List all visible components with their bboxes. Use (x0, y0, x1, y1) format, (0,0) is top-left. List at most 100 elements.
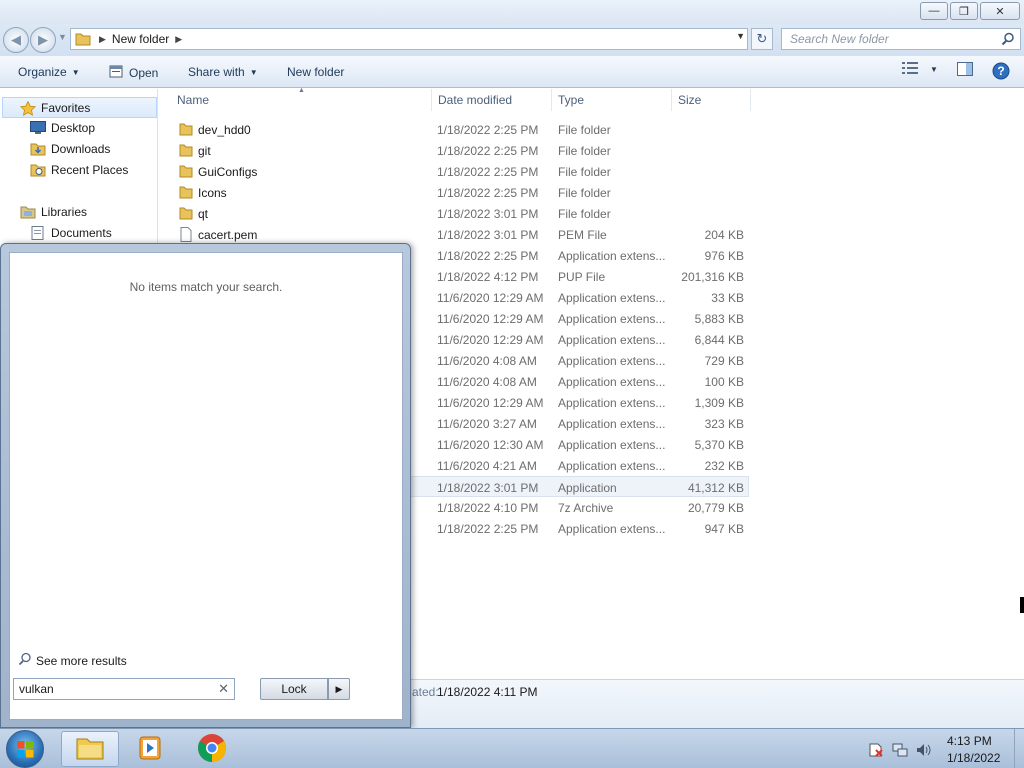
see-more-results-link[interactable]: See more results (18, 652, 127, 669)
nav-label-documents: Documents (51, 226, 112, 240)
table-row[interactable]: git 1/18/2022 2:25 PM File folder (159, 140, 749, 161)
file-type: Application extens... (558, 333, 666, 347)
organize-button[interactable]: Organize ▼ (18, 65, 80, 79)
open-button[interactable]: Open (109, 65, 158, 81)
file-size: 947 KB (704, 522, 744, 536)
file-date: 11/6/2020 12:29 AM (437, 291, 544, 305)
restore-button[interactable]: ❐ (950, 2, 978, 20)
recent-pages-dropdown-icon[interactable]: ▼ (58, 32, 67, 42)
folder-icon (75, 32, 93, 46)
taskbar-chrome-button[interactable] (183, 731, 241, 767)
new-folder-button[interactable]: New folder (287, 65, 344, 79)
organize-label: Organize (18, 65, 67, 79)
back-arrow-icon: ◀ (11, 32, 21, 47)
file-size: 204 KB (704, 228, 744, 242)
shutdown-options-button[interactable]: ▶ (328, 678, 350, 700)
breadcrumb-folder[interactable]: New folder (112, 32, 169, 46)
file-size: 1,309 KB (694, 396, 744, 410)
preview-pane-button[interactable] (957, 62, 973, 79)
forward-button[interactable]: ▶ (30, 27, 56, 53)
breadcrumb-chevron-icon[interactable]: ▶ (99, 34, 106, 45)
file-type: Application extens... (558, 312, 666, 326)
help-icon: ? (992, 62, 1010, 83)
back-button[interactable]: ◀ (3, 27, 29, 53)
address-bar[interactable]: ▶ New folder ▶ ▼ (70, 28, 748, 50)
share-with-button[interactable]: Share with ▼ (188, 65, 258, 79)
file-type: File folder (558, 186, 611, 200)
refresh-icon: ↻ (756, 31, 768, 46)
chevron-down-icon: ▼ (71, 67, 80, 77)
nav-item-recent-places[interactable]: Recent Places (30, 163, 128, 177)
table-row[interactable]: 1/18/2022 3:01 PM Application 41,312 KB (409, 476, 749, 497)
network-icon[interactable] (892, 742, 908, 761)
file-type: Application extens... (558, 354, 666, 368)
column-divider[interactable] (750, 89, 751, 111)
nav-item-downloads[interactable]: Downloads (30, 142, 110, 156)
address-dropdown-icon[interactable]: ▼ (736, 31, 745, 41)
file-date: 1/18/2022 3:01 PM (437, 481, 539, 495)
star-icon (19, 100, 37, 116)
table-row[interactable]: qt 1/18/2022 3:01 PM File folder (159, 203, 749, 224)
search-results-pane: No items match your search. See more res… (9, 252, 403, 720)
refresh-button[interactable]: ↻ (751, 28, 773, 50)
search-icon[interactable] (1001, 32, 1015, 49)
file-date: 11/6/2020 4:08 AM (437, 354, 537, 368)
taskbar-media-player-button[interactable] (121, 731, 179, 767)
clock-date[interactable]: 1/18/2022 (947, 751, 1000, 765)
details-date-created-label: ated: (412, 685, 439, 699)
search-input[interactable]: Search New folder (781, 28, 1021, 50)
action-center-icon[interactable] (868, 742, 884, 761)
file-size: 33 KB (711, 291, 744, 305)
column-divider[interactable] (431, 89, 432, 111)
view-options-button[interactable]: ▼ (902, 62, 938, 77)
column-header-name[interactable]: Name (177, 93, 209, 107)
caption-buttons: — ❐ ✕ (918, 2, 1020, 20)
sort-arrow-icon: ▲ (298, 87, 305, 94)
command-bar: Organize ▼ Open Share with ▼ New folder ▼ (0, 56, 1024, 88)
lock-button[interactable]: Lock (260, 678, 328, 700)
nav-item-libraries[interactable]: Libraries (20, 205, 87, 219)
start-search-input[interactable]: vulkan ✕ (13, 678, 235, 700)
file-size: 100 KB (704, 375, 744, 389)
file-date: 1/18/2022 2:25 PM (437, 522, 539, 536)
volume-icon[interactable] (916, 742, 932, 761)
start-button[interactable] (6, 730, 44, 768)
breadcrumb-chevron-icon[interactable]: ▶ (175, 34, 182, 45)
folder-icon (179, 164, 193, 181)
table-row[interactable]: Icons 1/18/2022 2:25 PM File folder (159, 182, 749, 203)
clear-search-icon[interactable]: ✕ (218, 681, 229, 697)
file-name: git (198, 144, 211, 158)
column-header-type[interactable]: Type (558, 93, 584, 107)
file-date: 1/18/2022 2:25 PM (437, 165, 539, 179)
file-type: Application extens... (558, 522, 666, 536)
file-size: 232 KB (704, 459, 744, 473)
nav-item-documents[interactable]: Documents (30, 226, 112, 240)
file-date: 1/18/2022 3:01 PM (437, 207, 539, 221)
folder-icon (179, 143, 193, 160)
file-date: 11/6/2020 12:29 AM (437, 312, 544, 326)
column-header-size[interactable]: Size (678, 93, 701, 107)
nav-item-favorites[interactable]: Favorites (2, 97, 157, 118)
help-button[interactable]: ? (992, 62, 1010, 83)
column-divider[interactable] (671, 89, 672, 111)
table-row[interactable]: dev_hdd0 1/18/2022 2:25 PM File folder (159, 119, 749, 140)
file-name: qt (198, 207, 209, 221)
file-date: 11/6/2020 12:30 AM (437, 438, 544, 452)
file-date: 11/6/2020 4:21 AM (437, 459, 537, 473)
file-type: 7z Archive (558, 501, 614, 515)
clock-time[interactable]: 4:13 PM (947, 734, 992, 748)
chevron-down-icon: ▼ (249, 67, 258, 77)
show-desktop-button[interactable] (1014, 729, 1024, 768)
title-bar[interactable]: — ❐ ✕ (0, 0, 1024, 24)
column-header-date-modified[interactable]: Date modified (438, 93, 512, 107)
file-type: File folder (558, 207, 611, 221)
table-row[interactable]: cacert.pem 1/18/2022 3:01 PM PEM File 204 K… (159, 224, 749, 245)
taskbar-explorer-button[interactable] (61, 731, 119, 767)
minimize-button[interactable]: — (920, 2, 948, 20)
close-button[interactable]: ✕ (980, 2, 1020, 20)
file-date: 1/18/2022 2:25 PM (437, 186, 539, 200)
column-divider[interactable] (551, 89, 552, 111)
table-row[interactable]: GuiConfigs 1/18/2022 2:25 PM File folder (159, 161, 749, 182)
nav-item-desktop[interactable]: Desktop (30, 121, 95, 135)
preview-pane-icon (957, 62, 973, 79)
